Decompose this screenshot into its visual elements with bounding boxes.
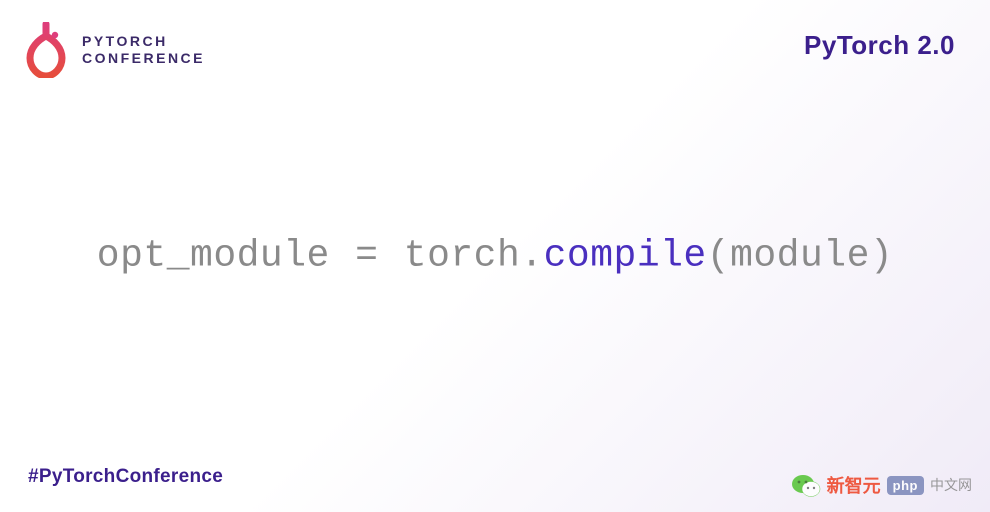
logo-text-line2: CONFERENCE — [82, 50, 205, 68]
php-badge: php — [887, 476, 924, 495]
code-argument: module — [730, 235, 870, 278]
code-dot: . — [520, 235, 543, 278]
code-variable: opt_module — [97, 235, 330, 278]
conference-logo: PYTORCH CONFERENCE — [22, 22, 205, 78]
code-method: compile — [544, 235, 707, 278]
wechat-icon — [791, 472, 821, 498]
slide-header: PYTORCH CONFERENCE PyTorch 2.0 — [0, 0, 990, 78]
code-object: torch — [404, 235, 521, 278]
conference-logo-text: PYTORCH CONFERENCE — [82, 33, 205, 68]
pytorch-flame-icon — [22, 22, 70, 78]
code-close-paren: ) — [870, 235, 893, 278]
watermark-text-2: 中文网 — [930, 475, 972, 495]
watermark-text-1: 新智元 — [827, 472, 881, 498]
slide-title: PyTorch 2.0 — [804, 22, 955, 61]
source-watermark: 新智元 php 中文网 — [791, 472, 972, 498]
code-equals: = — [330, 235, 404, 278]
code-snippet: opt_module = torch.compile(module) — [0, 235, 990, 278]
code-open-paren: ( — [707, 235, 730, 278]
logo-text-line1: PYTORCH — [82, 33, 205, 51]
